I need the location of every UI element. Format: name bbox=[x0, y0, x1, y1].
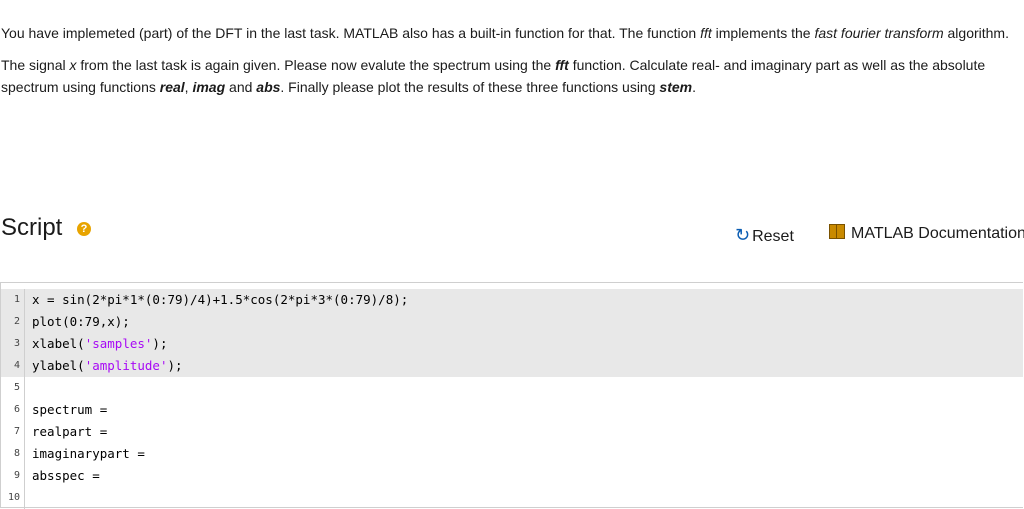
line-number: 4 bbox=[1, 355, 25, 377]
code-line[interactable]: 8 imaginarypart = bbox=[1, 443, 1023, 465]
code-line[interactable]: 2 plot(0:79,x); bbox=[1, 311, 1023, 333]
instruction-paragraph-2: The signal x from the last task is again… bbox=[1, 57, 986, 95]
script-title: Script bbox=[1, 214, 63, 241]
code-line[interactable]: 5 bbox=[1, 377, 1023, 399]
fft-full-term: fast fourier transform bbox=[814, 25, 944, 41]
line-number: 6 bbox=[1, 399, 25, 421]
fft-term: fft bbox=[700, 25, 712, 41]
line-number: 10 bbox=[1, 487, 25, 509]
line-number: 3 bbox=[1, 333, 25, 355]
line-number: 1 bbox=[1, 289, 25, 311]
code-line[interactable]: 4 ylabel('amplitude'); bbox=[1, 355, 1023, 377]
code-line[interactable]: 7 realpart = bbox=[1, 421, 1023, 443]
help-icon[interactable]: ? bbox=[77, 222, 91, 236]
code-line[interactable]: 10 bbox=[1, 487, 1023, 509]
line-number: 7 bbox=[1, 421, 25, 443]
reset-button[interactable]: ↻ Reset bbox=[735, 225, 794, 246]
line-number: 8 bbox=[1, 443, 25, 465]
code-line[interactable]: 9 absspec = bbox=[1, 465, 1023, 487]
reset-icon: ↻ bbox=[735, 225, 751, 245]
code-line[interactable]: 6 spectrum = bbox=[1, 399, 1023, 421]
line-number: 9 bbox=[1, 465, 25, 487]
matlab-documentation-button[interactable]: MATLAB Documentation bbox=[829, 224, 1024, 243]
book-icon bbox=[829, 224, 845, 239]
line-number: 5 bbox=[1, 377, 25, 399]
code-line[interactable]: 3 xlabel('samples'); bbox=[1, 333, 1023, 355]
line-number: 2 bbox=[1, 311, 25, 333]
script-header: Script ? ↻ Reset MATLAB Documentation bbox=[0, 212, 1024, 252]
code-editor[interactable]: 1x = sin(2*pi*1*(0:79)/4)+1.5*cos(2*pi*3… bbox=[0, 282, 1023, 509]
task-instructions: You have implemeted (part) of the DFT in… bbox=[1, 22, 1011, 98]
instruction-paragraph-1: You have implemeted (part) of the DFT in… bbox=[1, 25, 1009, 41]
code-line[interactable]: 1x = sin(2*pi*1*(0:79)/4)+1.5*cos(2*pi*3… bbox=[1, 289, 1023, 311]
